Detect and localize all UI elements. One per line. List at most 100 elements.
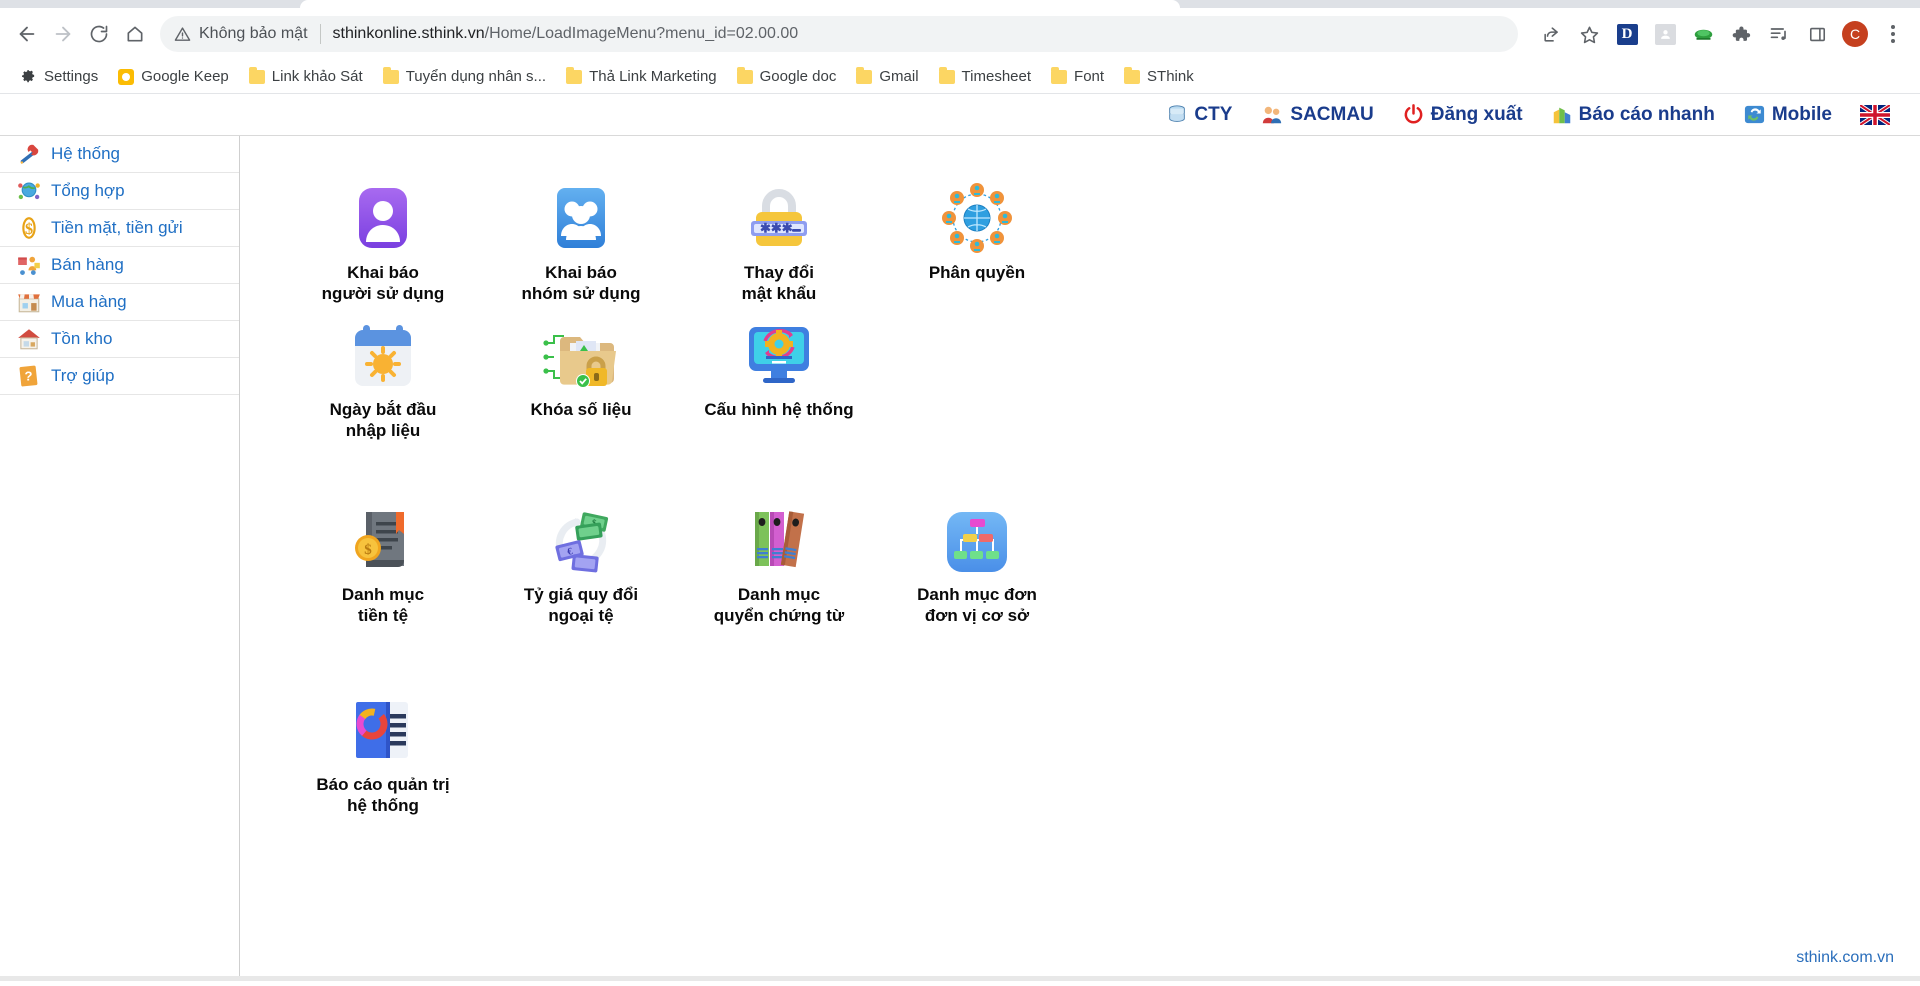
tools-icon bbox=[16, 141, 42, 167]
not-secure-warning-icon bbox=[174, 26, 191, 43]
bookmark-label: Font bbox=[1074, 68, 1105, 85]
three-dot-menu-icon[interactable] bbox=[1876, 17, 1910, 51]
menu-tile[interactable]: Báo cáo quản trị hệ thống bbox=[284, 686, 482, 876]
menu-tile[interactable]: Cấu hình hệ thống bbox=[680, 311, 878, 496]
menu-tile-label-line2: đơn vị cơ sở bbox=[924, 605, 1030, 625]
forward-arrow-icon[interactable] bbox=[46, 17, 80, 51]
footer-brand: sthink.com.vn bbox=[1796, 949, 1894, 966]
reading-list-icon[interactable] bbox=[1762, 17, 1796, 51]
user-group-icon bbox=[545, 184, 617, 256]
menu-tile-label-line1: Khóa số liệu bbox=[530, 400, 632, 419]
bookmark-item[interactable]: Thả Link Marketing bbox=[558, 64, 725, 89]
svg-text:✱✱✱: ✱✱✱ bbox=[760, 221, 793, 236]
menu-tile-label-line1: Tỷ giá quy đổi bbox=[523, 585, 639, 604]
menu-row: $ Danh mục tiền tệ $ € Tỷ giá quy đổi ngoại tệ… bbox=[284, 496, 1920, 686]
menu-tile[interactable]: Danh mục quyển chứng từ bbox=[680, 496, 878, 686]
menu-tile[interactable]: Khóa số liệu bbox=[482, 311, 680, 496]
menu-tile-label-line1: Khai báo bbox=[545, 263, 617, 282]
menu-tile[interactable]: Phân quyền bbox=[878, 174, 1076, 311]
globe-people-icon bbox=[16, 178, 42, 204]
toolbar-actions: D C bbox=[1534, 17, 1910, 51]
sidebar-item-4[interactable]: Bán hàng bbox=[0, 247, 239, 284]
omnibox-divider bbox=[319, 24, 321, 44]
bookmark-item[interactable]: Settings bbox=[12, 64, 106, 89]
menu-row: Ngày bắt đầu nhập liệu Khóa số liệu Cấu hìn… bbox=[284, 311, 1920, 496]
menu-tile-label-line2: người sử dụng bbox=[321, 283, 445, 303]
browser-chrome: Không bảo mật sthinkonline.sthink.vn/Hom… bbox=[0, 0, 1920, 94]
reload-icon[interactable] bbox=[82, 17, 116, 51]
menu-row: Báo cáo quản trị hệ thống bbox=[284, 686, 1920, 876]
extension-d-icon[interactable]: D bbox=[1610, 17, 1644, 51]
sidebar-item-label: Mua hàng bbox=[51, 292, 127, 311]
bookmark-item[interactable]: SThink bbox=[1116, 64, 1202, 89]
topnav-item-sacmau[interactable]: SACMAU bbox=[1246, 94, 1387, 136]
sidebar-item-2[interactable]: Tổng hợp bbox=[0, 173, 239, 210]
bookmarks-bar: Settings Google Keep Link khảo Sát Tuyển dụ… bbox=[0, 60, 1920, 94]
sidebar-item-label: Tổng hợp bbox=[51, 181, 125, 200]
topnav-label: Mobile bbox=[1771, 103, 1832, 125]
extension-gray-icon[interactable] bbox=[1648, 17, 1682, 51]
folder-icon bbox=[566, 66, 583, 84]
menu-tile-label-line2: nhập liệu bbox=[345, 420, 421, 440]
url-text: sthinkonline.sthink.vn/Home/LoadImageMen… bbox=[333, 25, 799, 43]
menu-tile-label: Danh mục đơn đơn vị cơ sở bbox=[917, 585, 1037, 626]
sidebar-item-3[interactable]: $ Tiền mặt, tiền gửi bbox=[0, 210, 239, 247]
keep-icon bbox=[118, 68, 135, 85]
extensions-puzzle-icon[interactable] bbox=[1724, 17, 1758, 51]
back-arrow-icon[interactable] bbox=[10, 17, 44, 51]
menu-tile-label-line1: Danh mục bbox=[341, 585, 425, 604]
share-icon[interactable] bbox=[1534, 17, 1568, 51]
menu-tile-label-line1: Ngày bắt đầu bbox=[329, 400, 437, 419]
topnav-item-đăng-xuất[interactable]: Đăng xuất bbox=[1388, 94, 1537, 136]
address-bar[interactable]: Không bảo mật sthinkonline.sthink.vn/Hom… bbox=[160, 16, 1518, 52]
bookmark-item[interactable]: Gmail bbox=[848, 64, 926, 89]
bookmark-label: Thả Link Marketing bbox=[589, 68, 717, 85]
menu-grid: Khai báo người sử dụng Khai báo nhóm sử dụn… bbox=[240, 136, 1920, 981]
bookmark-item[interactable]: Font bbox=[1043, 64, 1112, 89]
help-book-icon: ? bbox=[16, 363, 42, 389]
sidebar-item-7[interactable]: ? Trợ giúp bbox=[0, 358, 239, 395]
topnav-item-báo-cáo-nhanh[interactable]: Báo cáo nhanh bbox=[1537, 94, 1729, 136]
uk-flag-icon bbox=[1860, 104, 1890, 125]
bookmark-item[interactable]: Google doc bbox=[729, 64, 845, 89]
topnav-item-mobile[interactable]: Mobile bbox=[1729, 94, 1846, 136]
sidebar-item-5[interactable]: Mua hàng bbox=[0, 284, 239, 321]
topnav-item-cty[interactable]: CTY bbox=[1152, 94, 1246, 136]
menu-tile-label-line2: nhóm sử dụng bbox=[521, 283, 641, 303]
menu-tile[interactable]: ✱✱✱ Thay đổi mật khẩu bbox=[680, 174, 878, 311]
active-tab[interactable] bbox=[300, 0, 1180, 8]
folder-icon bbox=[856, 66, 873, 84]
sidebar-item-6[interactable]: Tồn kho bbox=[0, 321, 239, 358]
folder-icon bbox=[382, 66, 399, 84]
menu-tile[interactable]: Khai báo nhóm sử dụng bbox=[482, 174, 680, 311]
menu-tile[interactable]: Khai báo người sử dụng bbox=[284, 174, 482, 311]
menu-tile[interactable]: $ Danh mục tiền tệ bbox=[284, 496, 482, 686]
bookmark-item[interactable]: Google Keep bbox=[110, 64, 237, 89]
org-chart-icon bbox=[941, 506, 1013, 578]
sidebar: Hệ thống Tổng hợp $ Tiền mặt, tiền gửi Bán h… bbox=[0, 136, 240, 981]
bookmark-star-icon[interactable] bbox=[1572, 17, 1606, 51]
menu-tile[interactable]: Danh mục đơn đơn vị cơ sở bbox=[878, 496, 1076, 686]
sidebar-item-1[interactable]: Hệ thống bbox=[0, 136, 239, 173]
menu-tile-label: Tỷ giá quy đổi ngoại tệ bbox=[524, 585, 638, 626]
chart-icon bbox=[1551, 104, 1573, 126]
permissions-network-icon bbox=[937, 180, 1017, 256]
store-icon bbox=[16, 289, 42, 315]
menu-tile-label: Thay đổi mật khẩu bbox=[742, 263, 817, 304]
bookmark-item[interactable]: Timesheet bbox=[931, 64, 1039, 89]
topnav-item-language[interactable] bbox=[1846, 94, 1904, 136]
bookmark-item[interactable]: Link khảo Sát bbox=[241, 64, 371, 89]
side-panel-icon[interactable] bbox=[1800, 17, 1834, 51]
sidebar-item-label: Bán hàng bbox=[51, 255, 124, 274]
extension-green-icon[interactable] bbox=[1686, 17, 1720, 51]
menu-tile[interactable]: $ € Tỷ giá quy đổi ngoại tệ bbox=[482, 496, 680, 686]
avatar[interactable]: C bbox=[1838, 17, 1872, 51]
menu-tile[interactable]: Ngày bắt đầu nhập liệu bbox=[284, 311, 482, 496]
power-icon bbox=[1402, 103, 1425, 126]
bookmark-label: Tuyển dụng nhân s... bbox=[405, 68, 547, 85]
sidebar-item-label: Hệ thống bbox=[51, 144, 120, 163]
bookmark-item[interactable]: Tuyển dụng nhân s... bbox=[375, 64, 554, 89]
menu-tile-label: Khai báo nhóm sử dụng bbox=[521, 263, 640, 304]
home-icon[interactable] bbox=[118, 17, 152, 51]
menu-tile-label-line1: Danh mục đơn bbox=[917, 585, 1037, 604]
